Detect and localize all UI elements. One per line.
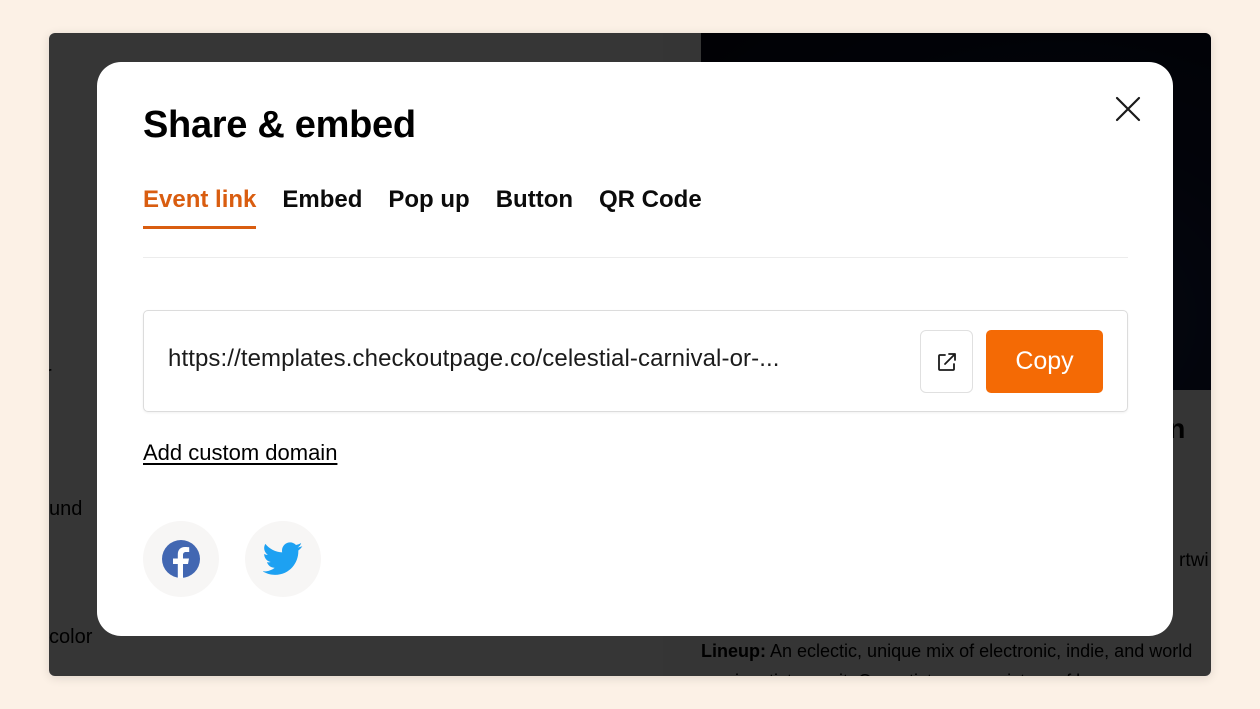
external-link-icon — [937, 352, 956, 371]
close-icon — [1115, 96, 1141, 122]
facebook-icon — [162, 540, 200, 578]
tab-pop-up[interactable]: Pop up — [388, 186, 469, 229]
event-link-url[interactable]: https://templates.checkoutpage.co/celest… — [168, 345, 780, 373]
share-tabs: Event link Embed Pop up Button QR Code — [143, 186, 702, 229]
tab-qr-code[interactable]: QR Code — [599, 186, 702, 229]
tabs-divider — [143, 257, 1128, 258]
share-twitter-button[interactable] — [245, 521, 321, 597]
open-link-button[interactable] — [920, 330, 973, 393]
tab-embed[interactable]: Embed — [282, 186, 362, 229]
tab-button[interactable]: Button — [496, 186, 573, 229]
twitter-icon — [263, 542, 303, 575]
share-facebook-button[interactable] — [143, 521, 219, 597]
event-link-field: https://templates.checkoutpage.co/celest… — [143, 310, 1128, 412]
tab-event-link[interactable]: Event link — [143, 186, 257, 229]
copy-button[interactable]: Copy — [986, 330, 1103, 393]
add-custom-domain-link[interactable]: Add custom domain — [143, 440, 337, 466]
modal-title: Share & embed — [143, 104, 416, 146]
share-embed-modal: Share & embed Event link Embed Pop up Bu… — [97, 62, 1173, 636]
close-button[interactable] — [1111, 92, 1145, 126]
